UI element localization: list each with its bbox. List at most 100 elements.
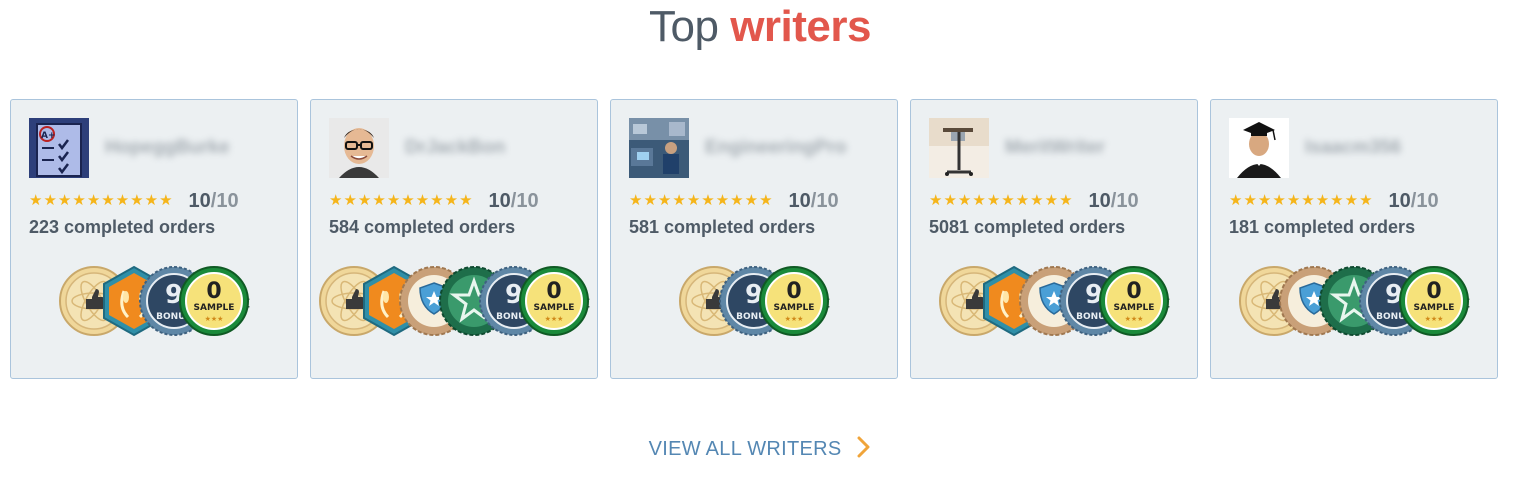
star-icon: ★ (629, 192, 643, 209)
star-icon: ★ (329, 192, 343, 209)
star-icon: ★ (1344, 192, 1359, 209)
star-icon: ★ (1059, 192, 1073, 209)
star-icon: ★ (730, 192, 744, 209)
star-icon: ★ (1229, 192, 1243, 209)
completed-orders: 581 completed orders (629, 217, 816, 237)
badge-list: 9 BONUS 0 SAMPLE ★★★ (611, 265, 897, 341)
rating-out-of: /10 (210, 190, 239, 212)
section-title-plain: Top (649, 2, 719, 51)
star-icon: ★ (1315, 192, 1330, 209)
top-writers-section: Top writers A+ HopeggBurke ★ ★ ★ ★ ★ ★ ★ ★ ★ ★ 10/1… (0, 0, 1540, 477)
svg-text:0: 0 (546, 279, 561, 304)
rating-value: 10 (788, 190, 811, 212)
star-icon: ★ (130, 192, 144, 209)
rating-row: ★ ★ ★ ★ ★ ★ ★ ★ ★ ★ 10/10 (29, 190, 239, 212)
svg-text:0: 0 (1126, 279, 1141, 304)
rating-row: ★ ★ ★ ★ ★ ★ ★ ★ ★ ★ 10/10 (329, 190, 539, 212)
star-rating: ★ ★ ★ ★ ★ ★ ★ ★ ★ ★ (329, 193, 473, 209)
writer-name[interactable]: MeritWriter (1005, 136, 1105, 160)
view-all-writers-link[interactable]: VIEW ALL WRITERS (0, 436, 1520, 464)
star-icon: ★ (672, 192, 686, 209)
rating-out-of: /10 (1110, 190, 1139, 212)
svg-text:0: 0 (1426, 279, 1441, 304)
star-icon: ★ (1015, 192, 1030, 209)
clipboard-checklist-avatar[interactable]: A+ (29, 118, 89, 178)
writer-card[interactable]: EngineeringPro ★ ★ ★ ★ ★ ★ ★ ★ ★ ★ 10/10 581 complet… (610, 99, 898, 379)
badge-list: 9 BONUS 0 SAMPLE ★★★ (1211, 265, 1497, 341)
star-icon: ★ (657, 192, 672, 209)
star-icon: ★ (459, 192, 473, 209)
star-icon: ★ (1301, 192, 1315, 209)
svg-text:SAMPLE: SAMPLE (1114, 303, 1155, 313)
lab-worker-avatar[interactable] (629, 118, 689, 178)
star-icon: ★ (701, 192, 715, 209)
sample-badge[interactable]: 0 SAMPLE ★★★ (1398, 265, 1470, 337)
star-icon: ★ (1286, 192, 1301, 209)
rating-value: 10 (188, 190, 211, 212)
writer-card[interactable]: MeritWriter ★ ★ ★ ★ ★ ★ ★ ★ ★ ★ 10/10 5081 completed… (910, 99, 1198, 379)
svg-text:0: 0 (206, 279, 221, 304)
rating-value: 10 (1088, 190, 1111, 212)
star-icon: ★ (759, 192, 773, 209)
writer-card[interactable]: Isaacm356 ★ ★ ★ ★ ★ ★ ★ ★ ★ ★ 10/10 181 completed or… (1210, 99, 1498, 379)
star-icon: ★ (1044, 192, 1059, 209)
writer-cards: A+ HopeggBurke ★ ★ ★ ★ ★ ★ ★ ★ ★ ★ 10/10 223 complet… (10, 99, 1498, 379)
completed-orders: 181 completed orders (1229, 217, 1416, 237)
sample-badge[interactable]: 0 SAMPLE ★★★ (178, 265, 250, 337)
rating-out-of: /10 (1410, 190, 1439, 212)
star-rating: ★ ★ ★ ★ ★ ★ ★ ★ ★ ★ (29, 193, 173, 209)
sample-badge[interactable]: 0 SAMPLE ★★★ (518, 265, 590, 337)
svg-text:SAMPLE: SAMPLE (1414, 303, 1455, 313)
graduate-avatar[interactable] (1229, 118, 1289, 178)
svg-text:★★★: ★★★ (545, 315, 564, 323)
writer-name[interactable]: Isaacm356 (1305, 136, 1401, 160)
section-title-accent: writers (730, 2, 871, 51)
star-icon: ★ (1330, 192, 1344, 209)
chevron-right-icon (857, 436, 871, 464)
star-icon: ★ (1257, 192, 1272, 209)
svg-text:SAMPLE: SAMPLE (774, 303, 815, 313)
sample-badge[interactable]: 0 SAMPLE ★★★ (1098, 265, 1170, 337)
writer-card[interactable]: DrJackBon ★ ★ ★ ★ ★ ★ ★ ★ ★ ★ 10/10 584 completed or… (310, 99, 598, 379)
rating-value: 10 (488, 190, 511, 212)
writer-name[interactable]: HopeggBurke (105, 136, 230, 160)
writer-card[interactable]: A+ HopeggBurke ★ ★ ★ ★ ★ ★ ★ ★ ★ ★ 10/10 223 complet… (10, 99, 298, 379)
star-icon: ★ (444, 192, 459, 209)
star-icon: ★ (929, 192, 943, 209)
star-icon: ★ (1243, 192, 1257, 209)
star-icon: ★ (29, 192, 43, 209)
star-icon: ★ (972, 192, 986, 209)
star-icon: ★ (386, 192, 401, 209)
man-glasses-avatar[interactable] (329, 118, 389, 178)
svg-text:★★★: ★★★ (785, 315, 804, 323)
star-icon: ★ (986, 192, 1001, 209)
rating-out-of: /10 (510, 190, 539, 212)
rating-score: 10/10 (189, 190, 239, 212)
sample-badge[interactable]: 0 SAMPLE ★★★ (758, 265, 830, 337)
desk-stand-avatar[interactable] (929, 118, 989, 178)
star-icon: ★ (115, 192, 130, 209)
star-icon: ★ (430, 192, 444, 209)
star-icon: ★ (1030, 192, 1044, 209)
star-icon: ★ (372, 192, 386, 209)
svg-text:★★★: ★★★ (1425, 315, 1444, 323)
svg-text:A+: A+ (41, 131, 56, 141)
svg-text:SAMPLE: SAMPLE (194, 303, 235, 313)
star-icon: ★ (144, 192, 159, 209)
badge-list: 9 BONUS 0 SAMPLE ★★★ (311, 265, 597, 341)
star-icon: ★ (401, 192, 415, 209)
completed-orders: 5081 completed orders (929, 217, 1126, 237)
rating-row: ★ ★ ★ ★ ★ ★ ★ ★ ★ ★ 10/10 (629, 190, 839, 212)
rating-value: 10 (1388, 190, 1411, 212)
writer-name[interactable]: EngineeringPro (705, 136, 846, 160)
writer-name[interactable]: DrJackBon (405, 136, 505, 160)
svg-text:0: 0 (786, 279, 801, 304)
star-icon: ★ (643, 192, 657, 209)
star-rating: ★ ★ ★ ★ ★ ★ ★ ★ ★ ★ (629, 193, 773, 209)
star-icon: ★ (744, 192, 759, 209)
rating-score: 10/10 (1089, 190, 1139, 212)
star-icon: ★ (72, 192, 86, 209)
star-rating: ★ ★ ★ ★ ★ ★ ★ ★ ★ ★ (929, 193, 1073, 209)
rating-row: ★ ★ ★ ★ ★ ★ ★ ★ ★ ★ 10/10 (929, 190, 1139, 212)
star-icon: ★ (357, 192, 372, 209)
